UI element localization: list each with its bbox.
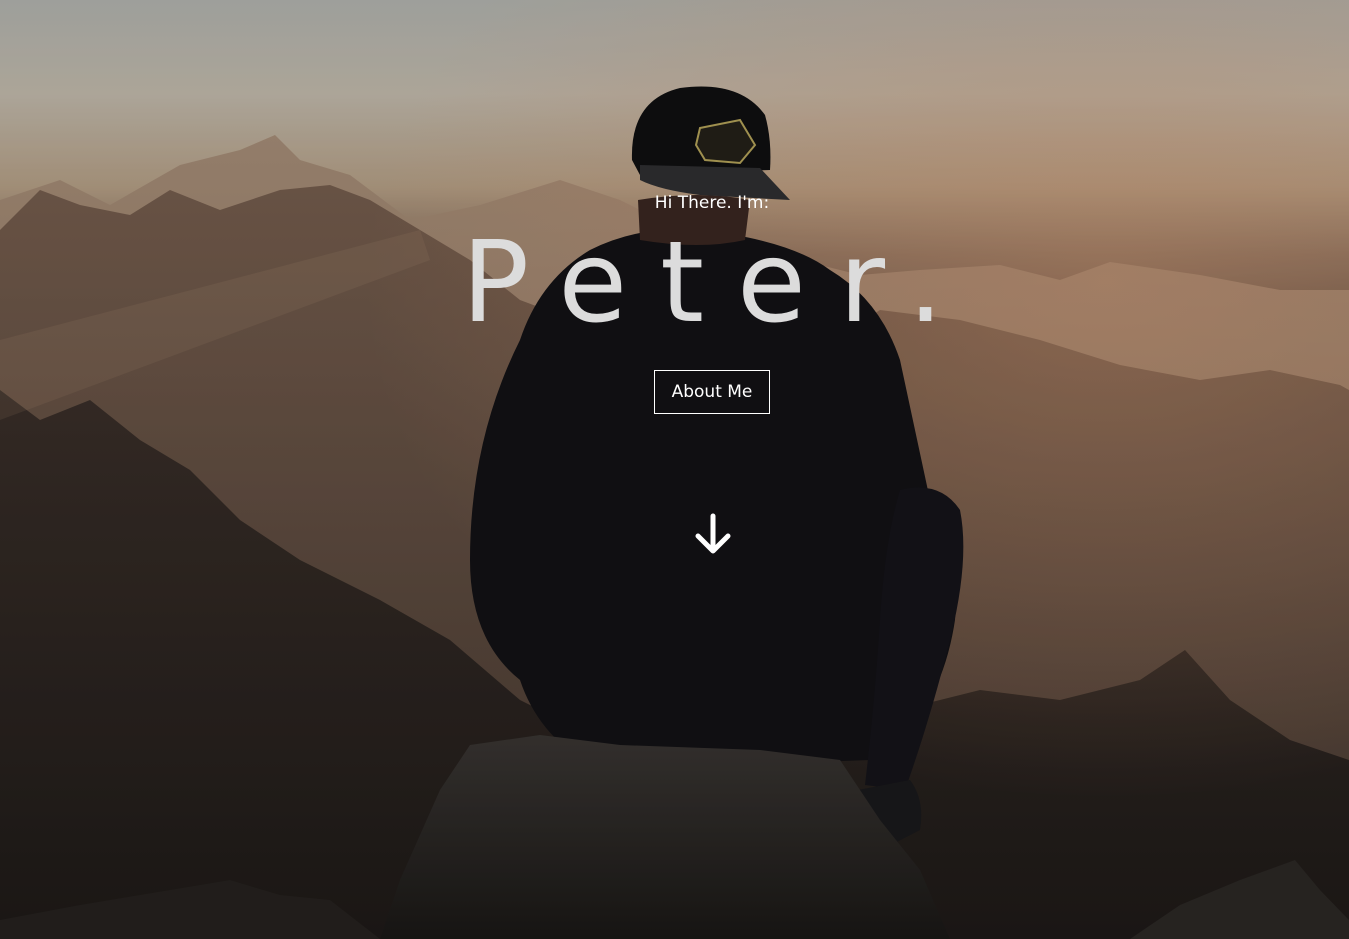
hero-name: Peter. [461,218,977,348]
about-me-button[interactable]: About Me [654,370,770,414]
hero-content: Hi There. I'm: Peter. About Me [0,0,1349,939]
hero-section: Hi There. I'm: Peter. About Me [0,0,1349,939]
greeting-text: Hi There. I'm: [654,193,770,213]
arrow-down-icon[interactable] [691,512,735,556]
